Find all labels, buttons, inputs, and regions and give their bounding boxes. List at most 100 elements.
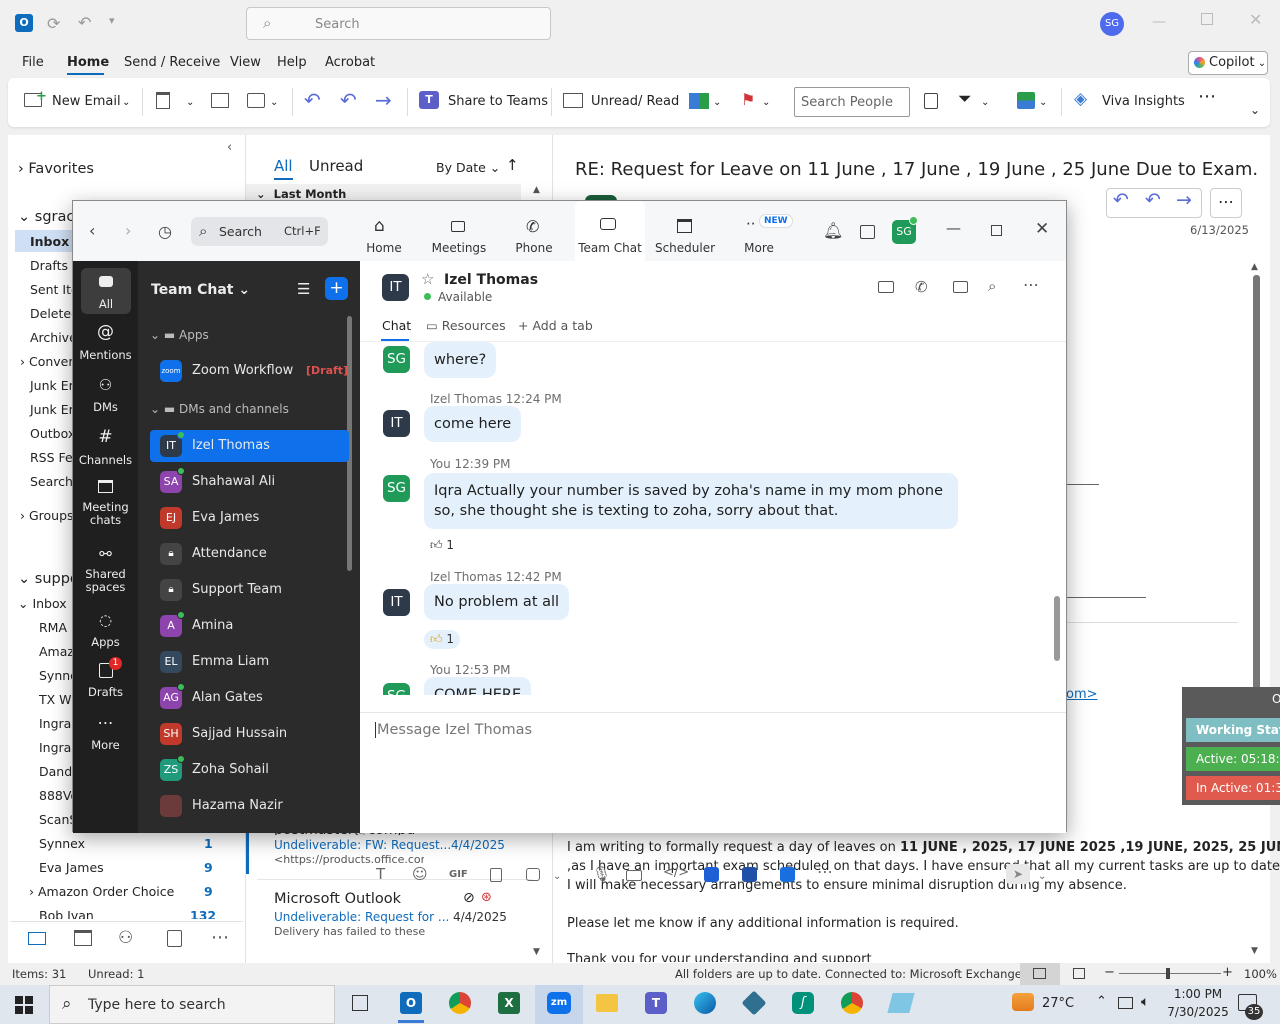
- reply-icon[interactable]: ↶: [304, 88, 321, 112]
- folder-favorites[interactable]: › Favorites: [18, 161, 94, 177]
- quick-access-dropdown-icon[interactable]: ▾: [109, 14, 115, 27]
- app-icon-2[interactable]: [742, 867, 757, 882]
- move-dropdown-icon[interactable]: ⌄: [270, 97, 278, 108]
- folder-groups[interactable]: › Groups: [20, 508, 74, 523]
- tab-team-chat[interactable]: Team Chat: [575, 201, 645, 261]
- rail-mentions[interactable]: @ Mentions: [73, 322, 138, 362]
- temperature[interactable]: 27°C: [1042, 996, 1074, 1011]
- delete-icon[interactable]: [156, 92, 170, 109]
- chrome-taskbar-icon[interactable]: [449, 992, 471, 1014]
- message-bubble[interactable]: COME HERE: [424, 677, 532, 695]
- favorite-star-icon[interactable]: ☆: [421, 270, 434, 288]
- people-nav-icon[interactable]: ⚇: [118, 928, 133, 948]
- list-scroll-down-icon[interactable]: ▼: [533, 947, 540, 957]
- menu-help[interactable]: Help: [277, 55, 307, 70]
- zoom-maximize-button[interactable]: [991, 225, 1002, 236]
- folder-inbox-support[interactable]: ⌄ Inbox: [18, 596, 67, 611]
- chat-tab-resources[interactable]: ▭ Resources: [426, 318, 506, 333]
- contact-item[interactable]: EJ Eva James: [150, 502, 349, 534]
- weather-icon[interactable]: [1012, 993, 1034, 1011]
- message-bubble[interactable]: Iqra Actually your number is saved by zo…: [424, 473, 958, 529]
- reading-view-icon[interactable]: [1073, 968, 1085, 979]
- sort-direction-icon[interactable]: ↑: [506, 156, 519, 174]
- more-apps-icon[interactable]: ⋯: [211, 927, 229, 948]
- contact-item[interactable]: SA Shahawal Ali: [150, 466, 349, 498]
- clock-time[interactable]: 1:00 PM: [1170, 987, 1226, 1001]
- menu-file[interactable]: File: [22, 55, 44, 70]
- network-icon[interactable]: [1118, 997, 1133, 1009]
- share-to-teams-button[interactable]: Share to Teams: [448, 94, 548, 109]
- move-icon[interactable]: [247, 93, 265, 108]
- rail-apps[interactable]: ◌ Apps: [73, 611, 138, 649]
- screenshot-dropdown-icon[interactable]: ⌄: [553, 871, 561, 882]
- notification-bell-icon[interactable]: 🔔︎: [823, 221, 843, 240]
- folder-amazon-order[interactable]: › Amazon Order Choice: [29, 884, 174, 899]
- folder-drafts[interactable]: Drafts: [30, 258, 68, 273]
- microphone-icon[interactable]: 🎙︎: [592, 865, 611, 883]
- phone-call-icon[interactable]: ✆: [915, 278, 928, 296]
- calendar-icon[interactable]: [860, 225, 875, 239]
- message-bubble[interactable]: No problem at all: [424, 584, 570, 620]
- folder-synnex[interactable]: Synnex: [39, 836, 85, 851]
- script-app-taskbar-icon[interactable]: ʃ: [792, 992, 814, 1014]
- tab-phone[interactable]: ✆ Phone: [498, 201, 570, 261]
- chat-contact-name[interactable]: Izel Thomas: [444, 272, 538, 288]
- tray-chevron-icon[interactable]: ⌃: [1096, 994, 1107, 1009]
- copilot-button[interactable]: Copilot ⌄: [1188, 51, 1268, 75]
- rail-all[interactable]: All: [81, 268, 131, 314]
- contact-item[interactable]: 🔒︎ Attendance: [150, 538, 349, 570]
- list-item-zoom-workflow[interactable]: zoom Zoom Workflow [Draft]: [150, 355, 349, 387]
- menu-view[interactable]: View: [230, 55, 261, 70]
- more-tools-icon[interactable]: ⋯: [817, 862, 833, 881]
- calendar-nav-icon[interactable]: [74, 930, 92, 946]
- contact-item[interactable]: IT Izel Thomas: [150, 430, 349, 462]
- archive-icon[interactable]: [211, 93, 229, 108]
- zoom-minimize-button[interactable]: —: [946, 219, 961, 237]
- contact-item[interactable]: Hazama Nazir: [150, 790, 349, 822]
- share-screen-icon[interactable]: [953, 281, 968, 293]
- tab-scheduler[interactable]: Scheduler: [649, 201, 721, 261]
- gif-button[interactable]: GIF: [449, 869, 468, 880]
- reading-scroll-up-icon[interactable]: ▲: [1251, 262, 1258, 272]
- folder-outbox[interactable]: Outbox: [30, 426, 75, 441]
- chat-tab-add[interactable]: + Add a tab: [518, 318, 593, 333]
- viva-insights-button[interactable]: Viva Insights: [1102, 94, 1185, 109]
- undo-icon[interactable]: ↶: [78, 13, 91, 32]
- emoji-icon[interactable]: ☺: [412, 865, 428, 883]
- zoom-in-button[interactable]: +: [1222, 965, 1233, 980]
- file-explorer-icon[interactable]: [596, 994, 618, 1012]
- tab-all[interactable]: All: [274, 157, 293, 175]
- send-button[interactable]: ➤: [1006, 864, 1030, 884]
- chrome-profile-taskbar-icon[interactable]: [841, 992, 863, 1014]
- zoom-search-input[interactable]: ⌕ Search Ctrl+F: [191, 217, 328, 246]
- account-support[interactable]: ⌄ suppo: [18, 571, 79, 587]
- filter-list-icon[interactable]: ☰: [297, 280, 310, 298]
- folder-amazon[interactable]: Amaz: [39, 644, 74, 659]
- tasks-nav-icon[interactable]: [167, 930, 182, 947]
- sync-icon[interactable]: ⟳: [47, 14, 60, 33]
- list-scroll-up-icon[interactable]: ▲: [533, 185, 540, 195]
- close-button[interactable]: ✕: [1249, 10, 1262, 29]
- app-icon-3[interactable]: [780, 867, 795, 882]
- tab-more[interactable]: ·· NEW More: [723, 201, 795, 261]
- maximize-button[interactable]: [1201, 13, 1213, 25]
- folder-archive[interactable]: Archive: [30, 330, 77, 345]
- menu-acrobat[interactable]: Acrobat: [325, 55, 375, 70]
- zoom-close-button[interactable]: ✕: [1035, 219, 1049, 239]
- group-last-month[interactable]: ⌄ Last Month: [256, 187, 346, 201]
- rules-icon[interactable]: [1017, 92, 1035, 109]
- new-chat-button[interactable]: +: [325, 277, 348, 300]
- filter-dropdown-icon[interactable]: ⌄: [981, 97, 989, 108]
- mail-nav-icon[interactable]: [28, 932, 46, 945]
- forward-icon[interactable]: ›: [125, 221, 131, 240]
- flag-icon[interactable]: ⚑: [741, 90, 755, 109]
- reaction-thumbs-2[interactable]: 👍︎ 1: [424, 630, 461, 649]
- taskbar-search-box[interactable]: ⌕ Type here to search: [49, 985, 335, 1024]
- rail-meeting-chats[interactable]: Meeting chats: [73, 480, 138, 527]
- chat-search-icon[interactable]: ⌕: [988, 277, 996, 295]
- email2-sender[interactable]: Microsoft Outlook: [274, 891, 401, 907]
- chat-tab-chat[interactable]: Chat: [382, 318, 411, 333]
- filter-icon[interactable]: ⏷: [958, 89, 972, 109]
- app-icon-1[interactable]: [704, 867, 719, 882]
- section-apps[interactable]: ⌄ ▬ Apps: [150, 328, 209, 342]
